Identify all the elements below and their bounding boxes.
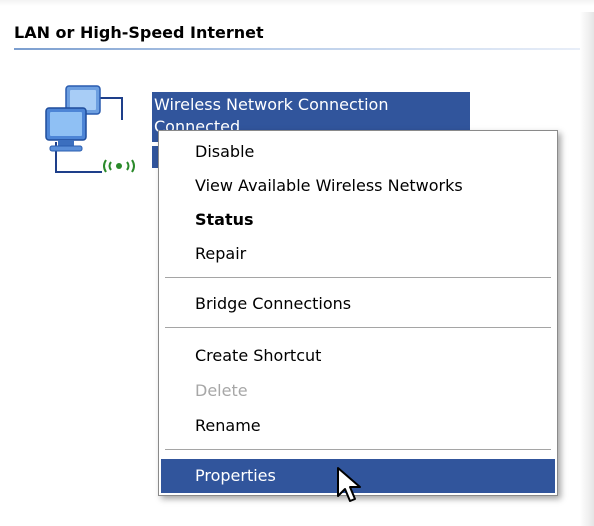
frame-shadow-right xyxy=(580,12,594,526)
menu-item-status[interactable]: Status xyxy=(161,203,555,237)
context-menu: Disable View Available Wireless Networks… xyxy=(158,130,558,496)
section-divider xyxy=(14,48,580,50)
menu-separator xyxy=(165,449,551,451)
menu-item-rename[interactable]: Rename xyxy=(161,409,555,443)
section-header: LAN or High-Speed Internet xyxy=(14,23,264,42)
menu-separator xyxy=(165,277,551,279)
menu-separator xyxy=(165,327,551,329)
mouse-pointer-icon xyxy=(336,466,366,506)
menu-item-disable[interactable]: Disable xyxy=(161,135,555,169)
menu-item-view-available-wireless-networks[interactable]: View Available Wireless Networks xyxy=(161,169,555,203)
window-content: LAN or High-Speed Internet Wireless Netw… xyxy=(0,0,594,526)
menu-item-create-shortcut[interactable]: Create Shortcut xyxy=(161,339,555,373)
connection-name: Wireless Network Connection xyxy=(154,95,389,114)
menu-item-delete: Delete xyxy=(195,381,248,400)
frame-shadow-top xyxy=(0,0,594,6)
menu-item-bridge-connections[interactable]: Bridge Connections xyxy=(161,287,555,321)
menu-item-repair[interactable]: Repair xyxy=(161,237,555,271)
wireless-signal-icon xyxy=(102,156,136,176)
